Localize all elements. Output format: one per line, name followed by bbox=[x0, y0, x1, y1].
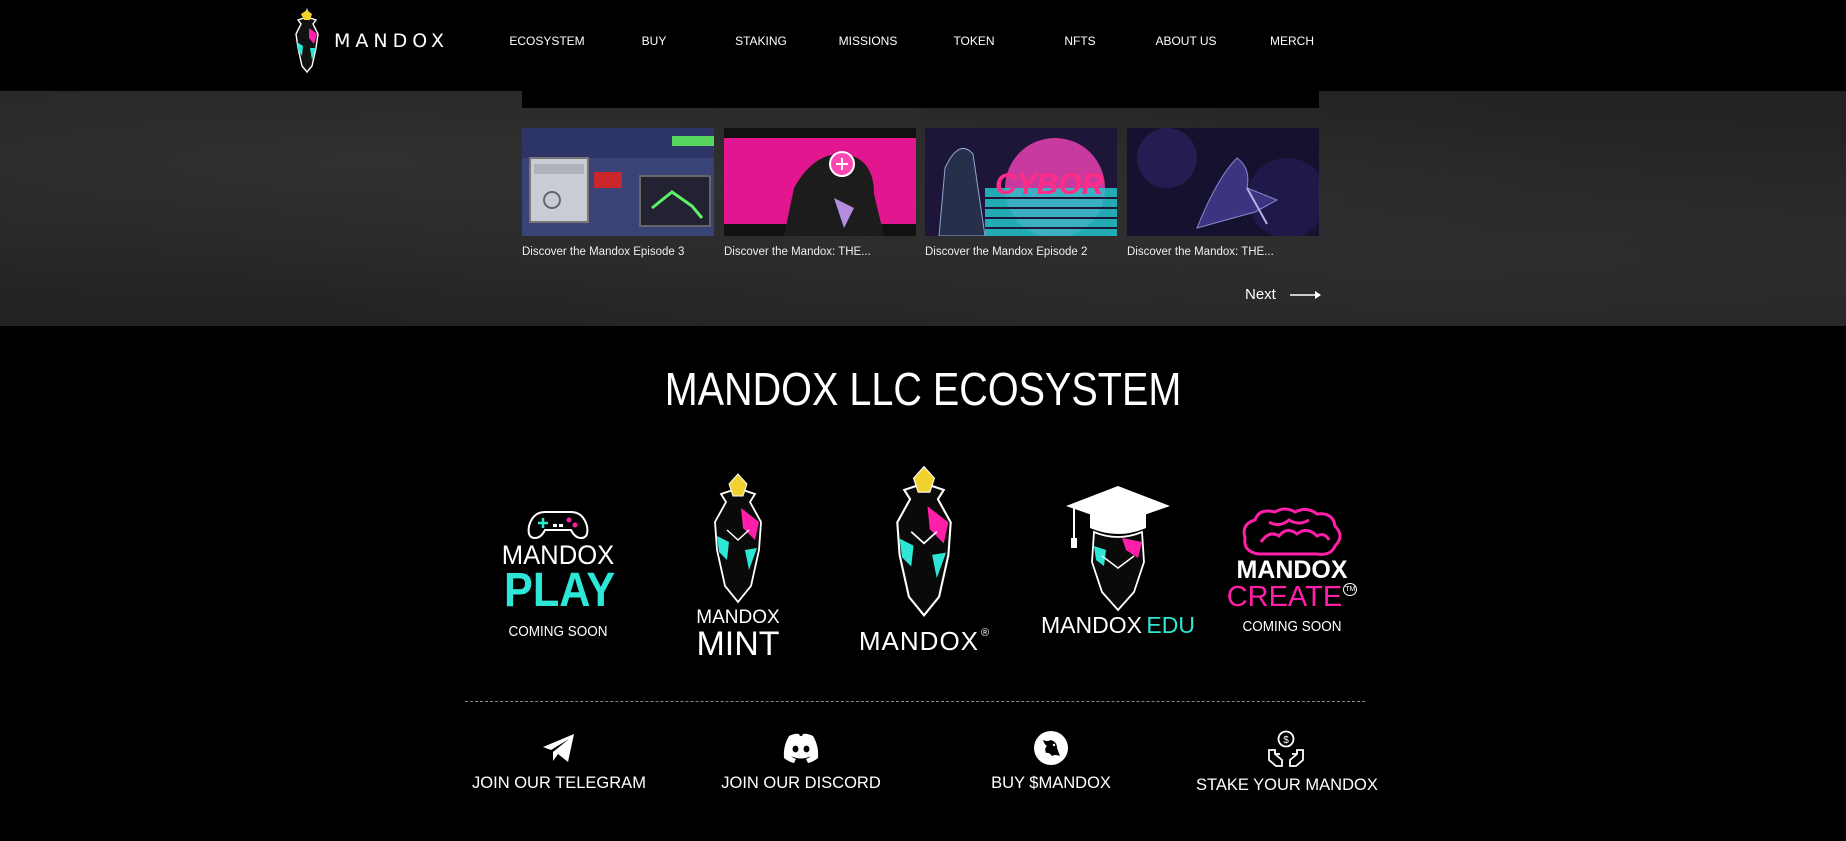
video-title-2[interactable]: Discover the Mandox: THE... bbox=[724, 246, 916, 258]
brand-mint-word2: MINT bbox=[696, 625, 780, 663]
video-title-1[interactable]: Discover the Mandox Episode 3 bbox=[522, 246, 714, 258]
video-thumbnail-3[interactable]: CYBOR bbox=[925, 128, 1117, 236]
nav-merch[interactable]: MERCH bbox=[1270, 34, 1314, 48]
brand-create-status: COMING SOON bbox=[1242, 618, 1342, 635]
stake-mandox-link[interactable]: $ STAKE YOUR MANDOX bbox=[1196, 730, 1378, 795]
uniswap-icon bbox=[1034, 731, 1068, 765]
nav-nfts[interactable]: NFTS bbox=[1064, 34, 1095, 48]
video-thumbnail-image: CYBOR bbox=[925, 128, 1117, 236]
section-divider bbox=[465, 701, 1365, 702]
video-player[interactable] bbox=[522, 91, 1319, 108]
telegram-label: JOIN OUR TELEGRAM bbox=[472, 774, 646, 792]
nav-buy[interactable]: BUY bbox=[642, 34, 667, 48]
join-telegram-link[interactable]: JOIN OUR TELEGRAM bbox=[468, 730, 650, 793]
mandox-helmet-icon bbox=[714, 473, 762, 604]
brand-mandox-mint[interactable]: MANDOX MINT bbox=[685, 470, 791, 661]
video-title-4[interactable]: Discover the Mandox: THE... bbox=[1127, 246, 1319, 258]
buy-mandox-link[interactable]: BUY $MANDOX bbox=[960, 730, 1142, 793]
nav-missions[interactable]: MISSIONS bbox=[839, 34, 898, 48]
video-thumbnail-2[interactable] bbox=[724, 128, 916, 236]
brand-mandox-play[interactable]: MANDOX PLAY COMING SOON bbox=[498, 508, 618, 640]
site-header: MANDOX ECOSYSTEM BUY STAKING MISSIONS TO… bbox=[0, 0, 1846, 91]
nav-staking[interactable]: STAKING bbox=[735, 34, 787, 48]
gallery-next-button[interactable]: Next bbox=[1245, 286, 1322, 303]
brand-mandox-create[interactable]: MANDOX CREATE TM COMING SOON bbox=[1226, 506, 1358, 635]
telegram-icon bbox=[543, 734, 574, 762]
main-nav: ECOSYSTEM BUY STAKING MISSIONS TOKEN NFT… bbox=[0, 34, 1846, 54]
video-gallery: CYBOR Discover the Mandox Episode 3 Disc… bbox=[0, 91, 1846, 326]
buy-label: BUY $MANDOX bbox=[991, 774, 1111, 792]
svg-text:$: $ bbox=[1283, 735, 1289, 746]
video-thumbnail-image bbox=[522, 128, 714, 236]
video-thumbnail-4[interactable] bbox=[1127, 128, 1319, 236]
arrow-right-icon bbox=[1289, 290, 1321, 299]
brand-edu-word2: EDU bbox=[1146, 612, 1195, 638]
registered-mark: ® bbox=[981, 627, 990, 639]
brand-play-status: COMING SOON bbox=[508, 623, 608, 640]
video-thumbnail-1[interactable] bbox=[522, 128, 714, 236]
join-discord-link[interactable]: JOIN OUR DISCORD bbox=[710, 730, 892, 793]
stake-hands-icon: $ bbox=[1268, 730, 1304, 767]
video-thumbnail-image bbox=[724, 128, 916, 236]
game-controller-icon bbox=[527, 511, 589, 540]
brand-mandox-edu[interactable]: MANDOX EDU bbox=[1040, 486, 1196, 638]
discord-icon bbox=[783, 733, 819, 763]
nav-about-us[interactable]: ABOUT US bbox=[1155, 34, 1216, 48]
brand-play-word2: PLAY bbox=[504, 564, 616, 617]
brand-mandox[interactable]: MANDOX ® bbox=[858, 458, 990, 656]
nav-ecosystem[interactable]: ECOSYSTEM bbox=[509, 34, 584, 48]
mandox-helmet-icon bbox=[896, 465, 952, 617]
thumbnail-overlay-text: CYBOR bbox=[995, 168, 1104, 201]
brand-mandox-word: MANDOX bbox=[858, 626, 980, 656]
brain-icon bbox=[1242, 507, 1342, 556]
brand-edu-word1: MANDOX bbox=[1041, 612, 1142, 638]
graduation-helmet-icon bbox=[1066, 486, 1170, 612]
video-thumbnail-image bbox=[1127, 128, 1319, 236]
brand-create-word2: CREATE bbox=[1226, 581, 1343, 613]
stake-label: STAKE YOUR MANDOX bbox=[1196, 776, 1378, 794]
ecosystem-title: MANDOX LLC ECOSYSTEM bbox=[664, 363, 1182, 415]
discord-label: JOIN OUR DISCORD bbox=[721, 774, 881, 792]
video-title-3[interactable]: Discover the Mandox Episode 2 bbox=[925, 246, 1117, 258]
next-label: Next bbox=[1245, 286, 1276, 303]
trademark-mark: TM bbox=[1343, 583, 1358, 596]
brand-create-word1: MANDOX bbox=[1236, 556, 1348, 584]
nav-token[interactable]: TOKEN bbox=[953, 34, 994, 48]
